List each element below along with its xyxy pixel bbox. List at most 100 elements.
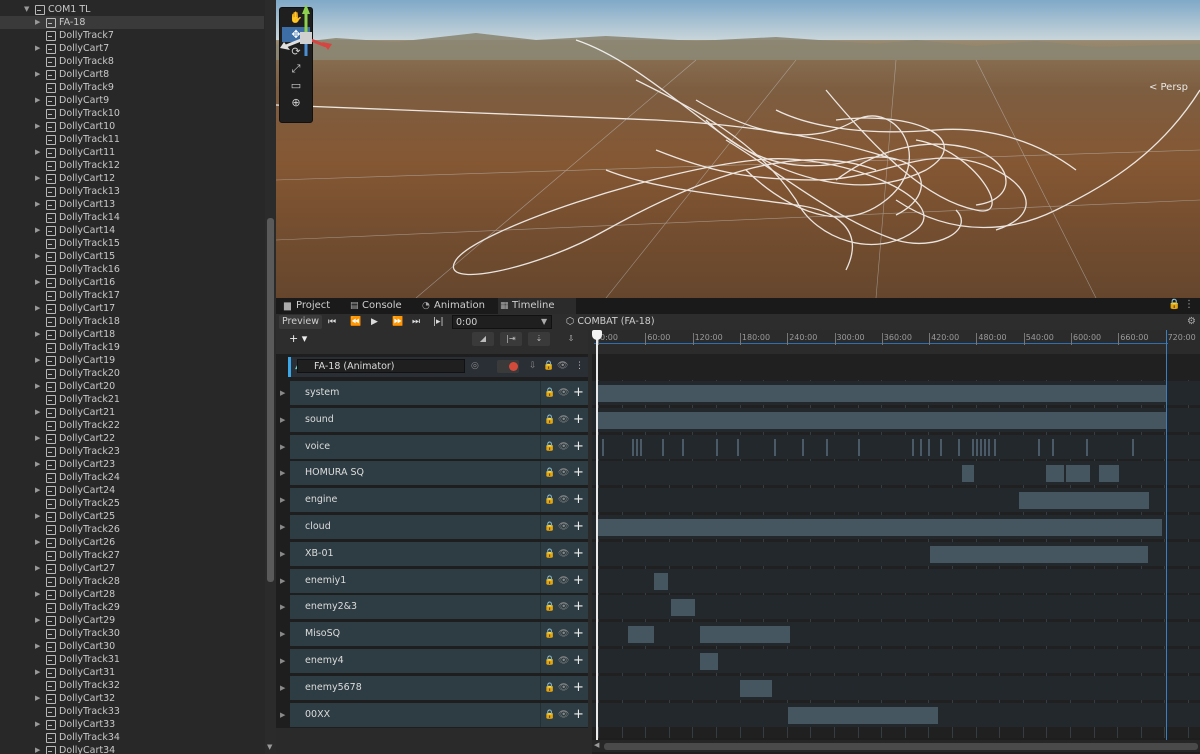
eye-icon[interactable]: 👁 <box>558 595 569 619</box>
lock-icon[interactable]: 🔒 <box>544 435 555 459</box>
track-expand-icon[interactable]: ▶ <box>280 381 288 405</box>
audio-clip[interactable] <box>858 438 860 456</box>
add-clip-icon[interactable]: + <box>573 622 584 646</box>
pin-icon[interactable]: ⇩ <box>560 332 582 346</box>
audio-clip[interactable] <box>912 438 914 456</box>
hierarchy-item[interactable]: DollyTrack29 <box>0 601 264 614</box>
hierarchy-item[interactable]: ▶ DollyCart27 <box>0 562 264 575</box>
track-expand-icon[interactable]: ▶ <box>280 515 288 539</box>
hierarchy-item[interactable]: DollyTrack34 <box>0 731 264 744</box>
track-expand-icon[interactable]: ▶ <box>280 488 288 512</box>
track-clip-lane[interactable] <box>592 407 1200 432</box>
add-clip-icon[interactable]: + <box>573 461 584 485</box>
track-expand-icon[interactable]: ▶ <box>280 408 288 432</box>
tab-project[interactable]: ▆ Project <box>282 298 354 314</box>
track-header[interactable]: enemiy1 🔒 👁 + <box>290 568 588 593</box>
timeline-clip[interactable] <box>1019 492 1149 510</box>
timeline-clip[interactable] <box>628 626 654 644</box>
hierarchy-item[interactable]: DollyTrack26 <box>0 523 264 536</box>
expand-arrow-icon[interactable]: ▶ <box>35 588 40 601</box>
expand-arrow-icon[interactable]: ▶ <box>35 224 40 237</box>
audio-clip[interactable] <box>984 438 986 456</box>
eye-icon[interactable]: 👁 <box>558 703 569 727</box>
hierarchy-item[interactable]: ▶ DollyCart34 <box>0 744 264 754</box>
audio-clip[interactable] <box>716 438 718 456</box>
track-clip-lane[interactable] <box>592 649 1200 673</box>
track-clip-lane[interactable] <box>592 434 1200 459</box>
hierarchy-scrollbar[interactable]: ▼ <box>265 0 276 754</box>
hierarchy-item[interactable]: DollyTrack11 <box>0 133 264 146</box>
hierarchy-item[interactable]: ▶ DollyCart22 <box>0 432 264 445</box>
hierarchy-item[interactable]: DollyTrack19 <box>0 341 264 354</box>
hierarchy-item[interactable]: ▶ DollyCart10 <box>0 120 264 133</box>
track-expand-icon[interactable]: ▶ <box>280 595 288 619</box>
lock-icon[interactable]: 🔒 <box>544 703 555 727</box>
hierarchy-item[interactable]: ▶ DollyCart26 <box>0 536 264 549</box>
track-clip-lane[interactable] <box>592 622 1200 647</box>
audio-clip[interactable] <box>636 438 638 456</box>
hierarchy-item[interactable]: ▶ DollyCart23 <box>0 458 264 471</box>
track-clip-lane[interactable] <box>592 381 1200 405</box>
tab-animation[interactable]: ◔ Animation <box>420 298 504 314</box>
track-expand-icon[interactable]: ▶ <box>280 461 288 485</box>
hierarchy-item[interactable]: ▶ DollyCart20 <box>0 380 264 393</box>
hierarchy-item[interactable]: ▶ FA-18 <box>0 16 264 29</box>
audio-clip[interactable] <box>1038 438 1040 456</box>
rect-icon[interactable]: ▭ <box>282 78 310 93</box>
hierarchy-item[interactable]: ▶ DollyCart13 <box>0 198 264 211</box>
lock-icon[interactable]: 🔒 <box>544 569 555 593</box>
track-header[interactable]: cloud 🔒 👁 + <box>290 515 588 539</box>
expand-arrow-icon[interactable]: ▶ <box>35 120 40 133</box>
track-clip-lane[interactable] <box>592 461 1200 486</box>
hierarchy-item[interactable]: ▶ DollyCart16 <box>0 276 264 289</box>
hierarchy-item[interactable]: DollyTrack10 <box>0 107 264 120</box>
timeline-clip[interactable] <box>1099 465 1119 483</box>
hierarchy-item[interactable]: ▶ DollyCart24 <box>0 484 264 497</box>
lock-icon[interactable]: 🔒 <box>543 359 554 373</box>
track-header[interactable]: sound 🔒 👁 + <box>290 407 588 432</box>
add-clip-icon[interactable]: + <box>573 595 584 619</box>
add-clip-icon[interactable]: + <box>573 488 584 512</box>
hierarchy-item[interactable]: DollyTrack18 <box>0 315 264 328</box>
audio-clip[interactable] <box>774 438 776 456</box>
hierarchy-item[interactable]: ▶ DollyCart31 <box>0 666 264 679</box>
snap-icon[interactable]: ⇣ <box>528 332 550 346</box>
track-header[interactable]: enemy5678 🔒 👁 + <box>290 675 588 700</box>
audio-clip[interactable] <box>958 438 960 456</box>
timeline-clip[interactable] <box>654 572 668 590</box>
hierarchy-item[interactable]: DollyTrack7 <box>0 29 264 42</box>
hierarchy-item[interactable]: DollyTrack21 <box>0 393 264 406</box>
hierarchy-item[interactable]: DollyTrack8 <box>0 55 264 68</box>
timeline-clip[interactable] <box>740 679 772 697</box>
expand-arrow-icon[interactable]: ▶ <box>35 198 40 211</box>
hierarchy-item[interactable]: ▶ DollyCart25 <box>0 510 264 523</box>
track-header[interactable]: engine 🔒 👁 + <box>290 488 588 513</box>
audio-clip[interactable] <box>662 438 664 456</box>
timeline-clip[interactable] <box>1066 465 1090 483</box>
hierarchy-item[interactable]: DollyTrack24 <box>0 471 264 484</box>
curves-icon[interactable]: ◢ <box>472 332 494 346</box>
eye-icon[interactable]: 👁 <box>558 542 569 566</box>
hierarchy-item[interactable]: DollyTrack17 <box>0 289 264 302</box>
add-clip-icon[interactable]: + <box>573 676 584 700</box>
lock-icon[interactable]: 🔒 <box>544 408 555 432</box>
track-header[interactable]: voice 🔒 👁 + <box>290 434 588 459</box>
hierarchy-scroll-thumb[interactable] <box>267 218 274 582</box>
track-clip-lane[interactable] <box>592 488 1200 513</box>
audio-clip[interactable] <box>802 438 804 456</box>
expand-arrow-icon[interactable]: ▶ <box>35 744 40 754</box>
audio-clip[interactable] <box>920 438 922 456</box>
animator-track-header[interactable]: ▲ FA-18 (Animator) ◎ ⇩ 🔒 👁 ⋮ <box>288 357 588 377</box>
hierarchy-item[interactable]: ▶ DollyCart7 <box>0 42 264 55</box>
time-field[interactable]: 0:00 <box>452 315 552 329</box>
add-clip-icon[interactable]: + <box>573 703 584 727</box>
range-icon[interactable]: |▸| <box>433 315 444 329</box>
expand-arrow-icon[interactable]: ▶ <box>35 484 40 497</box>
hierarchy-item[interactable]: DollyTrack22 <box>0 419 264 432</box>
timeline-clip[interactable] <box>671 599 695 617</box>
expand-arrow-icon[interactable]: ▶ <box>35 536 40 549</box>
eye-icon[interactable]: 👁 <box>558 649 569 673</box>
expand-arrow-icon[interactable]: ▶ <box>35 16 40 29</box>
hierarchy-item[interactable]: ▶ DollyCart29 <box>0 614 264 627</box>
expand-arrow-icon[interactable]: ▶ <box>35 640 40 653</box>
